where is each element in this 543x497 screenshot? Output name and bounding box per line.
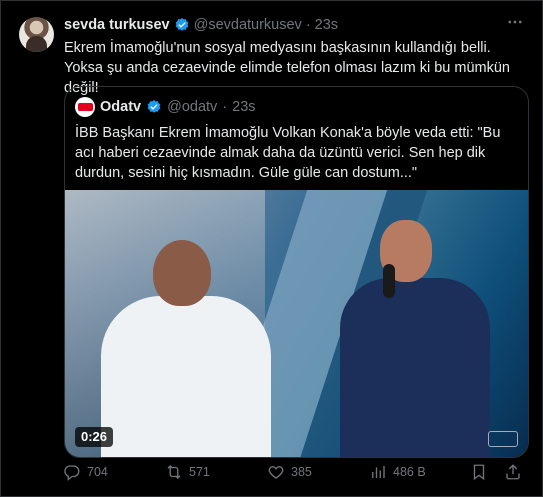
retweet-count: 571 [189,465,210,479]
tweet-card[interactable]: sevda turkusev @sevdaturkusev · 23s Ekre… [0,0,543,497]
quoted-timestamp[interactable]: 23s [232,99,255,115]
author-avatar[interactable] [19,17,54,52]
tweet-timestamp[interactable]: 23s [315,17,338,33]
video-duration-badge: 0:26 [75,427,114,447]
quoted-tweet-text: İBB Başkanı Ekrem İmamoğlu Volkan Konak'… [75,125,501,181]
like-count: 385 [291,465,312,479]
action-bar: 704 571 385 486 B [63,462,528,482]
verified-badge-icon [147,100,161,113]
retweet-button[interactable]: 571 [165,462,210,482]
quoted-tweet-header: Odatv @odatv · 23s [75,97,256,117]
share-button[interactable] [504,462,522,482]
reply-icon [64,465,80,481]
retweet-icon [167,465,181,479]
heart-icon [268,466,284,479]
quoted-tweet[interactable]: Odatv @odatv · 23s İBB Başkanı Ekrem İma… [64,86,529,458]
separator-dot: · [222,99,228,115]
analytics-icon [372,466,385,478]
more-options-button[interactable] [504,13,526,33]
video-person-left [101,240,271,457]
reply-count: 704 [87,465,108,479]
tweet-header: sevda turkusev @sevdaturkusev · 23s [64,16,338,34]
avatar-figure [26,36,47,52]
bookmark-button[interactable] [470,462,488,482]
verified-badge-icon [175,18,188,31]
video-person-right [340,220,490,457]
share-icon [506,464,520,480]
video-watermark [488,431,518,447]
separator-dot: · [305,17,311,33]
views-count: 486 B [393,465,426,479]
quoted-author-handle[interactable]: @odatv [167,99,217,115]
odatv-logo-icon[interactable] [75,97,95,117]
quoted-author-name[interactable]: Odatv [100,99,141,115]
author-name[interactable]: sevda turkusev [64,17,170,33]
more-icon [508,20,522,24]
like-button[interactable]: 385 [267,462,312,482]
bookmark-icon [473,464,485,481]
reply-button[interactable]: 704 [63,462,108,482]
microphone [383,264,395,298]
views-button[interactable]: 486 B [369,462,426,482]
video-player[interactable]: 0:26 [65,190,528,457]
author-handle[interactable]: @sevdaturkusev [194,17,302,33]
